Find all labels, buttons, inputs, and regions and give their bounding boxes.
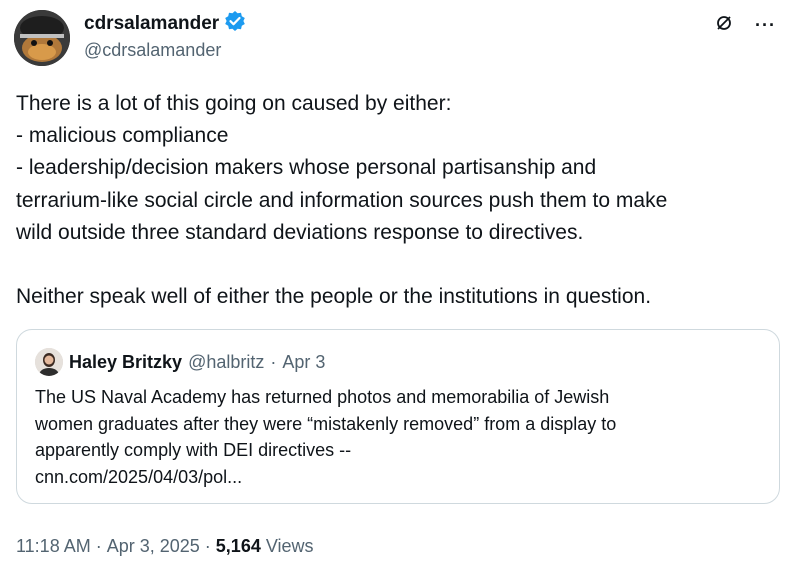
quote-line: women graduates after they were “mistake… bbox=[35, 413, 617, 434]
quote-separator: · bbox=[270, 351, 277, 372]
author-avatar-image bbox=[14, 10, 70, 66]
quote-text: The US Naval Academy has returned photos… bbox=[35, 384, 616, 490]
tweet-line: terrarium-like social circle and informa… bbox=[16, 188, 668, 212]
verified-badge-icon bbox=[224, 10, 246, 37]
quote-line: The US Naval Academy has returned photos… bbox=[35, 387, 610, 407]
top-actions: ··· bbox=[715, 14, 776, 37]
views-label: Views bbox=[265, 536, 314, 556]
quote-avatar bbox=[35, 348, 63, 376]
tweet-date[interactable]: Apr 3, 2025 bbox=[107, 536, 200, 557]
tweet-time[interactable]: 11:18 AM bbox=[16, 536, 91, 557]
tweet-text: There is a lot of this going on caused b… bbox=[16, 88, 786, 313]
footer-separator: · bbox=[95, 536, 102, 556]
quote-display-name[interactable]: Haley Britzky bbox=[69, 352, 182, 373]
quote-header: Haley Britzky @halbritz · Apr 3 bbox=[35, 348, 325, 376]
quote-date[interactable]: Apr 3 bbox=[282, 352, 325, 373]
more-dots-icon[interactable]: ··· bbox=[755, 15, 776, 36]
author-display-name[interactable]: cdrsalamander bbox=[84, 13, 219, 35]
quote-link[interactable]: cnn.com/2025/04/03/pol... bbox=[35, 464, 616, 491]
tweet-line: - malicious compliance bbox=[16, 124, 229, 148]
author-avatar[interactable] bbox=[14, 10, 70, 66]
slash-circle-icon[interactable] bbox=[715, 14, 733, 37]
tweet-line: There is a lot of this going on caused b… bbox=[16, 92, 452, 115]
tweet-footer: 11:18 AM · Apr 3, 2025 · 5,164 Views bbox=[16, 536, 314, 557]
author-name-row: cdrsalamander bbox=[84, 10, 246, 37]
footer-separator: · bbox=[204, 536, 211, 556]
author-handle[interactable]: @cdrsalamander bbox=[84, 40, 221, 61]
quote-line: apparently comply with DEI directives -- bbox=[35, 440, 352, 460]
tweet-line: - leadership/decision makers whose perso… bbox=[16, 156, 597, 180]
quoted-tweet[interactable]: Haley Britzky @halbritz · Apr 3 The US N… bbox=[16, 329, 780, 504]
tweet-line: Neither speak well of either the people … bbox=[16, 285, 652, 309]
tweet-line: wild outside three standard deviations r… bbox=[16, 220, 584, 244]
quote-handle[interactable]: @halbritz bbox=[188, 352, 264, 373]
views-count: 5,164 bbox=[215, 536, 261, 556]
